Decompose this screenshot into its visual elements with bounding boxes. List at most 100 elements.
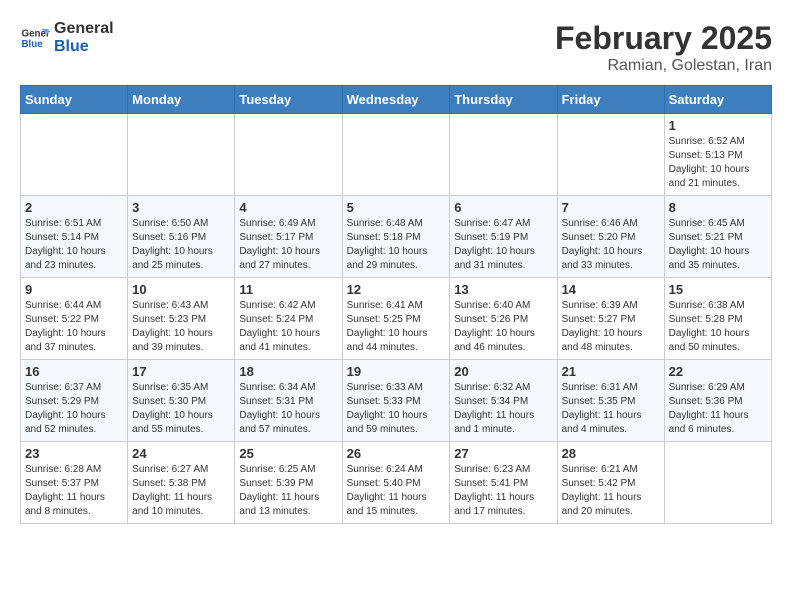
calendar-cell: 17 Sunrise: 6:35 AM Sunset: 5:30 PM Dayli…: [128, 360, 235, 442]
calendar-cell: 11 Sunrise: 6:42 AM Sunset: 5:24 PM Dayli…: [235, 278, 342, 360]
day-number: 11: [239, 282, 337, 297]
day-number: 1: [669, 118, 767, 133]
calendar-cell: [664, 442, 771, 524]
calendar-cell: 1 Sunrise: 6:52 AM Sunset: 5:13 PM Daylig…: [664, 114, 771, 196]
day-info: Sunrise: 6:48 AM Sunset: 5:18 PM Dayligh…: [347, 217, 446, 273]
calendar-cell: 21 Sunrise: 6:31 AM Sunset: 5:35 PM Dayli…: [557, 360, 664, 442]
calendar-cell: 15 Sunrise: 6:38 AM Sunset: 5:28 PM Dayli…: [664, 278, 771, 360]
calendar-cell: 24 Sunrise: 6:27 AM Sunset: 5:38 PM Dayli…: [128, 442, 235, 524]
day-info: Sunrise: 6:43 AM Sunset: 5:23 PM Dayligh…: [132, 299, 230, 355]
weekday-header-row: SundayMondayTuesdayWednesdayThursdayFrid…: [21, 86, 772, 114]
day-number: 16: [25, 364, 123, 379]
day-number: 6: [454, 200, 552, 215]
calendar-cell: 14 Sunrise: 6:39 AM Sunset: 5:27 PM Dayli…: [557, 278, 664, 360]
day-info: Sunrise: 6:21 AM Sunset: 5:42 PM Dayligh…: [562, 463, 660, 519]
day-number: 18: [239, 364, 337, 379]
svg-text:Blue: Blue: [22, 39, 44, 50]
day-number: 22: [669, 364, 767, 379]
logo-icon: General Blue: [20, 23, 50, 53]
calendar-cell: 9 Sunrise: 6:44 AM Sunset: 5:22 PM Daylig…: [21, 278, 128, 360]
weekday-header-monday: Monday: [128, 86, 235, 114]
location-subtitle: Ramian, Golestan, Iran: [555, 57, 772, 75]
logo-text-general: General: [54, 20, 114, 38]
weekday-header-tuesday: Tuesday: [235, 86, 342, 114]
day-number: 5: [347, 200, 446, 215]
title-block: February 2025 Ramian, Golestan, Iran: [555, 20, 772, 75]
day-number: 21: [562, 364, 660, 379]
day-info: Sunrise: 6:37 AM Sunset: 5:29 PM Dayligh…: [25, 381, 123, 437]
calendar-cell: [342, 114, 450, 196]
calendar-cell: 16 Sunrise: 6:37 AM Sunset: 5:29 PM Dayli…: [21, 360, 128, 442]
day-info: Sunrise: 6:52 AM Sunset: 5:13 PM Dayligh…: [669, 135, 767, 191]
calendar-cell: 20 Sunrise: 6:32 AM Sunset: 5:34 PM Dayli…: [450, 360, 557, 442]
day-number: 4: [239, 200, 337, 215]
day-info: Sunrise: 6:39 AM Sunset: 5:27 PM Dayligh…: [562, 299, 660, 355]
day-info: Sunrise: 6:23 AM Sunset: 5:41 PM Dayligh…: [454, 463, 552, 519]
weekday-header-saturday: Saturday: [664, 86, 771, 114]
weekday-header-friday: Friday: [557, 86, 664, 114]
day-number: 12: [347, 282, 446, 297]
calendar-cell: 13 Sunrise: 6:40 AM Sunset: 5:26 PM Dayli…: [450, 278, 557, 360]
day-info: Sunrise: 6:29 AM Sunset: 5:36 PM Dayligh…: [669, 381, 767, 437]
calendar-cell: 7 Sunrise: 6:46 AM Sunset: 5:20 PM Daylig…: [557, 196, 664, 278]
day-number: 19: [347, 364, 446, 379]
day-info: Sunrise: 6:38 AM Sunset: 5:28 PM Dayligh…: [669, 299, 767, 355]
calendar-week-row: 23 Sunrise: 6:28 AM Sunset: 5:37 PM Dayli…: [21, 442, 772, 524]
calendar-cell: [557, 114, 664, 196]
day-info: Sunrise: 6:42 AM Sunset: 5:24 PM Dayligh…: [239, 299, 337, 355]
weekday-header-wednesday: Wednesday: [342, 86, 450, 114]
weekday-header-sunday: Sunday: [21, 86, 128, 114]
day-info: Sunrise: 6:50 AM Sunset: 5:16 PM Dayligh…: [132, 217, 230, 273]
calendar-cell: [235, 114, 342, 196]
logo-text-blue: Blue: [54, 38, 114, 56]
day-number: 2: [25, 200, 123, 215]
calendar-week-row: 1 Sunrise: 6:52 AM Sunset: 5:13 PM Daylig…: [21, 114, 772, 196]
calendar-cell: 23 Sunrise: 6:28 AM Sunset: 5:37 PM Dayli…: [21, 442, 128, 524]
day-info: Sunrise: 6:31 AM Sunset: 5:35 PM Dayligh…: [562, 381, 660, 437]
calendar-cell: 27Sunrise: 6:23 AM Sunset: 5:41 PM Dayli…: [450, 442, 557, 524]
calendar-cell: 28 Sunrise: 6:21 AM Sunset: 5:42 PM Dayli…: [557, 442, 664, 524]
calendar-cell: 10 Sunrise: 6:43 AM Sunset: 5:23 PM Dayli…: [128, 278, 235, 360]
calendar-cell: 22 Sunrise: 6:29 AM Sunset: 5:36 PM Dayli…: [664, 360, 771, 442]
calendar-cell: 26 Sunrise: 6:24 AM Sunset: 5:40 PM Dayli…: [342, 442, 450, 524]
calendar-table: SundayMondayTuesdayWednesdayThursdayFrid…: [20, 85, 772, 524]
day-number: 23: [25, 446, 123, 461]
logo: General Blue General Blue: [20, 20, 114, 55]
day-info: Sunrise: 6:34 AM Sunset: 5:31 PM Dayligh…: [239, 381, 337, 437]
day-number: 10: [132, 282, 230, 297]
day-info: Sunrise: 6:28 AM Sunset: 5:37 PM Dayligh…: [25, 463, 123, 519]
calendar-cell: [128, 114, 235, 196]
day-info: Sunrise: 6:32 AM Sunset: 5:34 PM Dayligh…: [454, 381, 552, 437]
day-info: Sunrise: 6:46 AM Sunset: 5:20 PM Dayligh…: [562, 217, 660, 273]
calendar-cell: 4 Sunrise: 6:49 AM Sunset: 5:17 PM Daylig…: [235, 196, 342, 278]
day-info: Sunrise: 6:27 AM Sunset: 5:38 PM Dayligh…: [132, 463, 230, 519]
calendar-cell: 5 Sunrise: 6:48 AM Sunset: 5:18 PM Daylig…: [342, 196, 450, 278]
day-info: Sunrise: 6:44 AM Sunset: 5:22 PM Dayligh…: [25, 299, 123, 355]
calendar-cell: 25Sunrise: 6:25 AM Sunset: 5:39 PM Dayli…: [235, 442, 342, 524]
day-number: 8: [669, 200, 767, 215]
day-number: 13: [454, 282, 552, 297]
day-number: 14: [562, 282, 660, 297]
calendar-cell: 8Sunrise: 6:45 AM Sunset: 5:21 PM Daylig…: [664, 196, 771, 278]
calendar-cell: 19Sunrise: 6:33 AM Sunset: 5:33 PM Dayli…: [342, 360, 450, 442]
day-info: Sunrise: 6:35 AM Sunset: 5:30 PM Dayligh…: [132, 381, 230, 437]
day-number: 15: [669, 282, 767, 297]
day-number: 28: [562, 446, 660, 461]
day-number: 17: [132, 364, 230, 379]
day-info: Sunrise: 6:51 AM Sunset: 5:14 PM Dayligh…: [25, 217, 123, 273]
day-number: 24: [132, 446, 230, 461]
calendar-cell: 2 Sunrise: 6:51 AM Sunset: 5:14 PM Daylig…: [21, 196, 128, 278]
day-number: 26: [347, 446, 446, 461]
day-number: 3: [132, 200, 230, 215]
day-number: 20: [454, 364, 552, 379]
day-info: Sunrise: 6:24 AM Sunset: 5:40 PM Dayligh…: [347, 463, 446, 519]
day-info: Sunrise: 6:49 AM Sunset: 5:17 PM Dayligh…: [239, 217, 337, 273]
month-year-title: February 2025: [555, 20, 772, 57]
calendar-week-row: 9 Sunrise: 6:44 AM Sunset: 5:22 PM Daylig…: [21, 278, 772, 360]
day-number: 9: [25, 282, 123, 297]
day-number: 25: [239, 446, 337, 461]
day-number: 7: [562, 200, 660, 215]
day-info: Sunrise: 6:40 AM Sunset: 5:26 PM Dayligh…: [454, 299, 552, 355]
calendar-week-row: 2 Sunrise: 6:51 AM Sunset: 5:14 PM Daylig…: [21, 196, 772, 278]
calendar-cell: [21, 114, 128, 196]
